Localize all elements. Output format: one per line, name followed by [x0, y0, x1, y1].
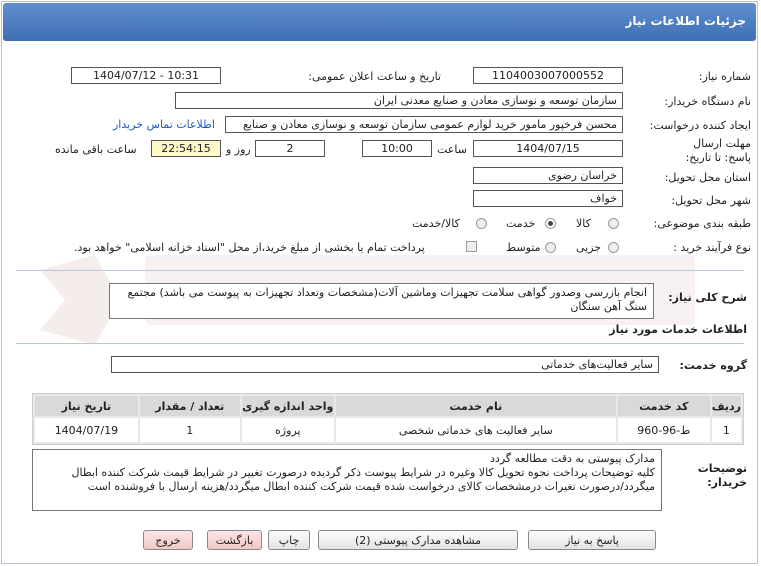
- buyer-org-field[interactable]: سازمان توسعه و نوسازی معادن و صنایع معدن…: [175, 92, 623, 109]
- deadline-date-field[interactable]: 1404/07/15: [473, 140, 623, 157]
- category-label: طبقه بندی موضوعی:: [653, 217, 751, 230]
- cell-service-name: سایر فعالیت های خدماتی شخصی: [335, 418, 616, 442]
- requester-field[interactable]: محسن فرخپور مامور خرید لوازم عمومی سازما…: [225, 116, 623, 133]
- treasury-payment-note: پرداخت تمام یا بخشی از مبلغ خرید،از محل …: [74, 241, 425, 254]
- exit-button[interactable]: خروج: [143, 530, 193, 550]
- cell-row-number: 1: [711, 418, 741, 442]
- announce-datetime-field[interactable]: 1404/07/12 - 10:31: [71, 67, 221, 84]
- need-description-label: شرح کلی نیاز:: [668, 291, 747, 304]
- category-option-service: خدمت: [506, 217, 536, 230]
- province-label: استان محل تحویل:: [664, 171, 751, 184]
- buyer-notes-line-3: میگردد/درصورت تغیرات درمشخصات کالای درخو…: [87, 480, 655, 493]
- deadline-label: مهلت ارسال پاسخ: تا تاریخ:: [685, 137, 751, 164]
- category-radio-goods-service[interactable]: [476, 218, 487, 229]
- need-number-field[interactable]: 1104003007000552: [473, 67, 623, 84]
- cell-need-date: 1404/07/19: [35, 418, 138, 442]
- deadline-time-field[interactable]: 10:00: [362, 140, 432, 157]
- process-radio-medium[interactable]: [545, 242, 556, 253]
- buyer-contact-link[interactable]: اطلاعات تماس خریدار: [113, 118, 215, 131]
- col-header-service-code: کد خدمت: [617, 396, 710, 416]
- divider-2: [16, 343, 744, 344]
- need-description-field[interactable]: انجام بازرسی وصدور گواهی سلامت تجهیزات و…: [109, 283, 654, 319]
- deadline-time-label: ساعت: [437, 143, 467, 156]
- col-header-need-date: تاریخ نیاز: [35, 396, 138, 416]
- print-button[interactable]: چاپ: [268, 530, 310, 550]
- cell-quantity: 1: [139, 418, 240, 442]
- back-button[interactable]: بازگشت: [207, 530, 262, 550]
- province-field[interactable]: خراسان رضوی: [473, 167, 623, 184]
- city-label: شهر محل تحویل:: [671, 194, 751, 207]
- table-header-row: ردیف کد خدمت نام خدمت واحد اندازه گیری ت…: [35, 396, 741, 416]
- divider-1: [16, 270, 744, 271]
- category-radio-goods[interactable]: [608, 218, 619, 229]
- col-header-row-number: ردیف: [711, 396, 741, 416]
- service-group-label: گروه خدمت:: [679, 359, 747, 372]
- city-field[interactable]: خواف: [473, 190, 623, 207]
- reply-button[interactable]: پاسخ به نیاز: [528, 530, 656, 550]
- page-title: جزئیات اطلاعات نیاز: [625, 14, 746, 28]
- col-header-unit: واحد اندازه گیری: [241, 396, 334, 416]
- deadline-days-field[interactable]: 2: [255, 140, 325, 157]
- category-radio-service[interactable]: [545, 218, 556, 229]
- services-info-title: اطلاعات خدمات مورد نیاز: [609, 323, 747, 336]
- process-option-minor: جزیی: [576, 241, 602, 254]
- buyer-notes-label: توضیحات خریدار:: [697, 462, 747, 489]
- cell-unit: پروژه: [241, 418, 334, 442]
- services-table: ردیف کد خدمت نام خدمت واحد اندازه گیری ت…: [32, 393, 744, 445]
- table-row[interactable]: 1 ط-96-960 سایر فعالیت های خدماتی شخصی پ…: [35, 418, 741, 442]
- header-bar: جزئیات اطلاعات نیاز: [3, 3, 756, 41]
- remaining-time-field: 22:54:15: [151, 140, 221, 157]
- treasury-payment-checkbox[interactable]: [466, 241, 477, 252]
- col-header-service-name: نام خدمت: [335, 396, 616, 416]
- announce-datetime-label: تاریخ و ساعت اعلان عمومی:: [308, 70, 441, 83]
- need-number-label: شماره نیاز:: [698, 70, 751, 83]
- buyer-notes-line-2: کلیه توضیحات پرداخت نحوه تحویل کالا وغیر…: [71, 466, 656, 479]
- col-header-quantity: تعداد / مقدار: [139, 396, 240, 416]
- process-option-medium: متوسط: [506, 241, 541, 254]
- cell-service-code: ط-96-960: [617, 418, 710, 442]
- category-option-goods: کالا: [576, 217, 591, 230]
- buyer-notes-line-1: مدارک پیوستی به دقت مطالعه گردد: [490, 452, 655, 465]
- deadline-days-label: روز و: [226, 143, 251, 156]
- purchase-process-label: نوع فرآیند خرید :: [673, 241, 751, 254]
- service-group-field[interactable]: سایر فعالیت‌های خدماتی: [111, 356, 659, 373]
- buyer-notes-field[interactable]: مدارک پیوستی به دقت مطالعه گردد کلیه توض…: [32, 449, 662, 511]
- buyer-org-label: نام دستگاه خریدار:: [664, 95, 751, 108]
- process-radio-minor[interactable]: [608, 242, 619, 253]
- view-attachments-button[interactable]: مشاهده مدارک پیوستی (2): [318, 530, 518, 550]
- requester-label: ایجاد کننده درخواست:: [649, 119, 751, 132]
- remaining-time-label: ساعت باقی مانده: [55, 143, 137, 156]
- category-option-goods-service: کالا/خدمت: [412, 217, 460, 230]
